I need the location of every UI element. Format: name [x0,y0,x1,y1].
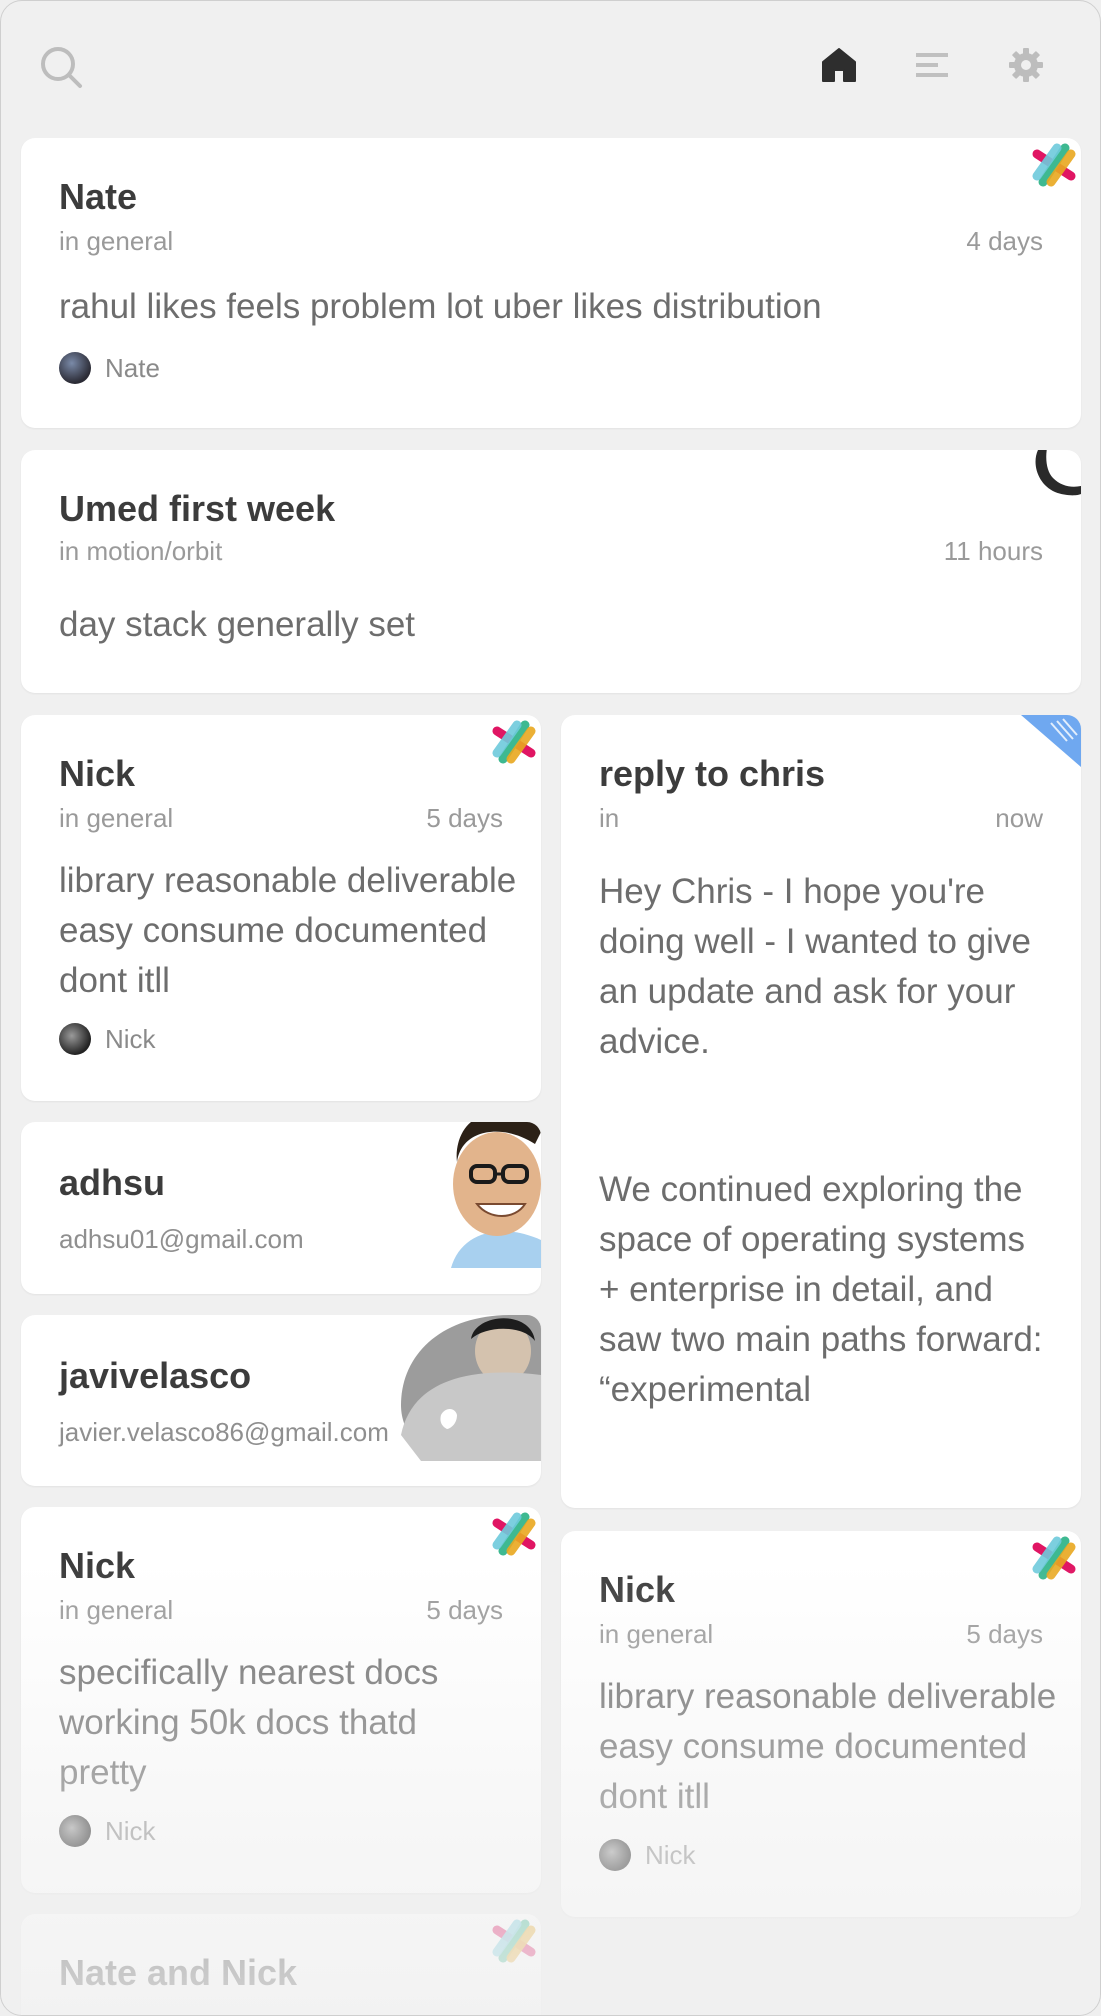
card-title: Nick [59,753,136,794]
author-name: Nate [105,352,160,383]
card-time: 5 days [966,1619,1043,1649]
slack-icon [1029,140,1079,195]
card-time: 11 hours [943,536,1043,566]
card-title: reply to chris [599,753,826,794]
avatar [59,1023,91,1055]
avatar [431,1122,541,1268]
card-channel: in general [599,1619,714,1649]
card-body: library reasonable deliverable easy cons… [59,861,517,1000]
card-time: 5 days [426,803,503,833]
menu-icon[interactable] [912,45,956,89]
avatar [599,1839,631,1871]
card-body-paragraph: Hey Chris - I hope you're doing well - I… [599,872,1031,1061]
slack-icon [1029,1533,1079,1588]
card-body: specifically nearest docs working 50k do… [59,1653,439,1792]
avatar [59,352,91,384]
card-channel: in motion/orbit [59,536,223,566]
phone-icon [1025,450,1081,505]
contact-card[interactable]: javivelasco javier.velasco86@gmail.com [21,1315,541,1486]
card-author: Nate [59,352,160,384]
contact-name: adhsu [59,1162,166,1203]
author-name: Nick [645,1839,696,1870]
message-card[interactable]: Nick in general 5 days library reasonabl… [561,1531,1081,1917]
card-title: Nick [599,1569,676,1610]
slack-icon [489,717,539,772]
card-title: Nate [59,176,138,217]
contact-card[interactable]: adhsu adhsu01@gmail.com [21,1122,541,1294]
message-card[interactable]: Nate and Nick [21,1914,541,2015]
contact-name: javivelasco [59,1355,252,1396]
message-card[interactable]: Nate in general 4 days rahul likes feels… [21,138,1081,428]
card-body: day stack generally set [59,605,416,644]
author-name: Nick [105,1815,156,1846]
app-window: Nate in general 4 days rahul likes feels… [0,0,1101,2016]
card-channel: in general [59,803,174,833]
card-author: Nick [599,1839,696,1871]
search-icon[interactable] [39,45,83,89]
card-channel: in general [59,1595,174,1625]
card-channel: in general [59,226,174,256]
contact-email: javier.velasco86@gmail.com [59,1417,389,1447]
gear-icon[interactable] [1006,45,1050,89]
card-title: Nate and Nick [59,1952,298,1993]
home-icon[interactable] [819,45,863,89]
slack-icon [489,1916,539,1971]
card-title: Umed first week [59,488,336,529]
message-card[interactable]: Nick in general 5 days specifically near… [21,1507,541,1893]
avatar [401,1315,541,1461]
card-body: library reasonable deliverable easy cons… [599,1677,1057,1816]
top-bar [1,1,1100,131]
card-author: Nick [59,1023,156,1055]
avatar [59,1815,91,1847]
card-author: Nick [59,1815,156,1847]
message-card[interactable]: Nick in general 5 days library reasonabl… [21,715,541,1101]
card-body-paragraph: We continued exploring the space of oper… [599,1170,1043,1409]
card-time: 4 days [966,226,1043,256]
card-body: rahul likes feels problem lot uber likes… [59,287,822,326]
contact-email: adhsu01@gmail.com [59,1224,304,1254]
card-time: 5 days [426,1595,503,1625]
card-time: now [995,803,1043,833]
author-name: Nick [105,1023,156,1054]
note-icon [1021,715,1081,772]
card-channel: in [599,803,620,833]
slack-icon [489,1509,539,1564]
draft-card[interactable]: reply to chris in now Hey Chris - I hope… [561,715,1081,1508]
card-title: Nick [59,1545,136,1586]
message-card[interactable]: Umed first week in motion/orbit 11 hours… [21,450,1081,693]
